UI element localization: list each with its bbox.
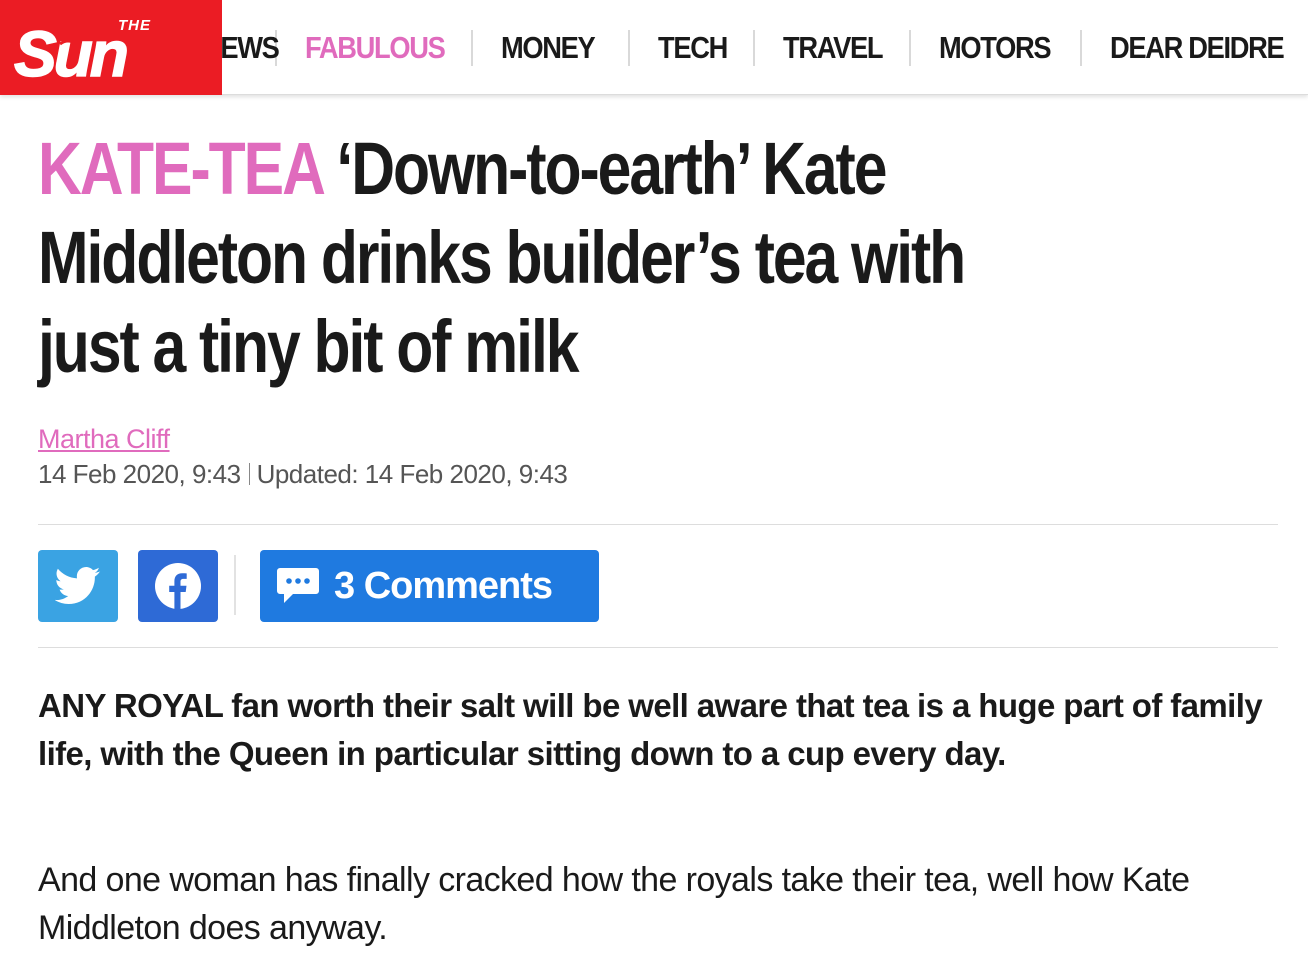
headline-line-3: just a tiny bit of milk (38, 305, 580, 388)
nav-item-motors[interactable]: MOTORS (939, 0, 1063, 95)
nav-item-fabulous[interactable]: FABULOUS (305, 0, 451, 95)
facebook-share-button[interactable] (138, 550, 218, 622)
nav-item-dear-deidre[interactable]: DEAR DEIDRE (1110, 0, 1285, 95)
updated-date: Updated: 14 Feb 2020, 9:43 (256, 459, 568, 489)
twitter-bird-icon (55, 567, 101, 605)
divider-top (38, 524, 1278, 525)
headline-line-1: KATE-TEA ‘Down-to-earth’ Kate (38, 124, 1055, 213)
published-date: 14 Feb 2020, 9:43 (38, 459, 241, 489)
nav-item-news[interactable]: NEWS (222, 0, 280, 95)
nav-divider (908, 29, 911, 66)
twitter-share-button[interactable] (38, 550, 118, 622)
speech-bubble-icon (277, 568, 319, 603)
article-lead: ANY ROYAL fan worth their salt will be w… (38, 687, 1263, 772)
comments-label: 3 Comments (334, 564, 553, 607)
article-headline: KATE-TEA ‘Down-to-earth’ Kate Middleton … (38, 124, 1278, 391)
comments-button[interactable]: 3 Comments (260, 550, 599, 622)
headline-kicker: KATE-TEA (38, 127, 324, 210)
the-sun-logo[interactable]: THE Sun (0, 0, 222, 95)
sun-logo-mark: THE Sun (13, 17, 150, 91)
article-paragraph: And one woman has finally cracked how th… (38, 861, 1190, 947)
headline-text-1: ‘Down-to-earth’ Kate (336, 127, 887, 210)
nav-item-tech[interactable]: TECH (658, 0, 742, 95)
facebook-f-icon (155, 563, 201, 609)
author-link[interactable]: Martha Cliff (38, 424, 170, 455)
logo-main-text: Sun (14, 18, 127, 90)
article-dates: 14 Feb 2020, 9:43 Updated: 14 Feb 2020, 9… (38, 459, 568, 490)
nav-divider (752, 29, 755, 66)
headline-line-2: Middleton drinks builder’s tea with (38, 216, 966, 299)
section-nav: NEWS FABULOUS MONEY TECH TRAVEL MOTORS D… (222, 0, 1308, 95)
nav-divider (470, 29, 473, 66)
nav-item-travel[interactable]: TRAVEL (783, 0, 894, 95)
nav-divider (627, 29, 630, 66)
share-divider (234, 555, 236, 615)
divider-bottom (38, 647, 1278, 648)
date-divider (248, 463, 250, 485)
top-navigation-bar: NEWS FABULOUS MONEY TECH TRAVEL MOTORS D… (0, 0, 1308, 95)
nav-divider (1079, 29, 1082, 66)
nav-item-money[interactable]: MONEY (501, 0, 613, 95)
